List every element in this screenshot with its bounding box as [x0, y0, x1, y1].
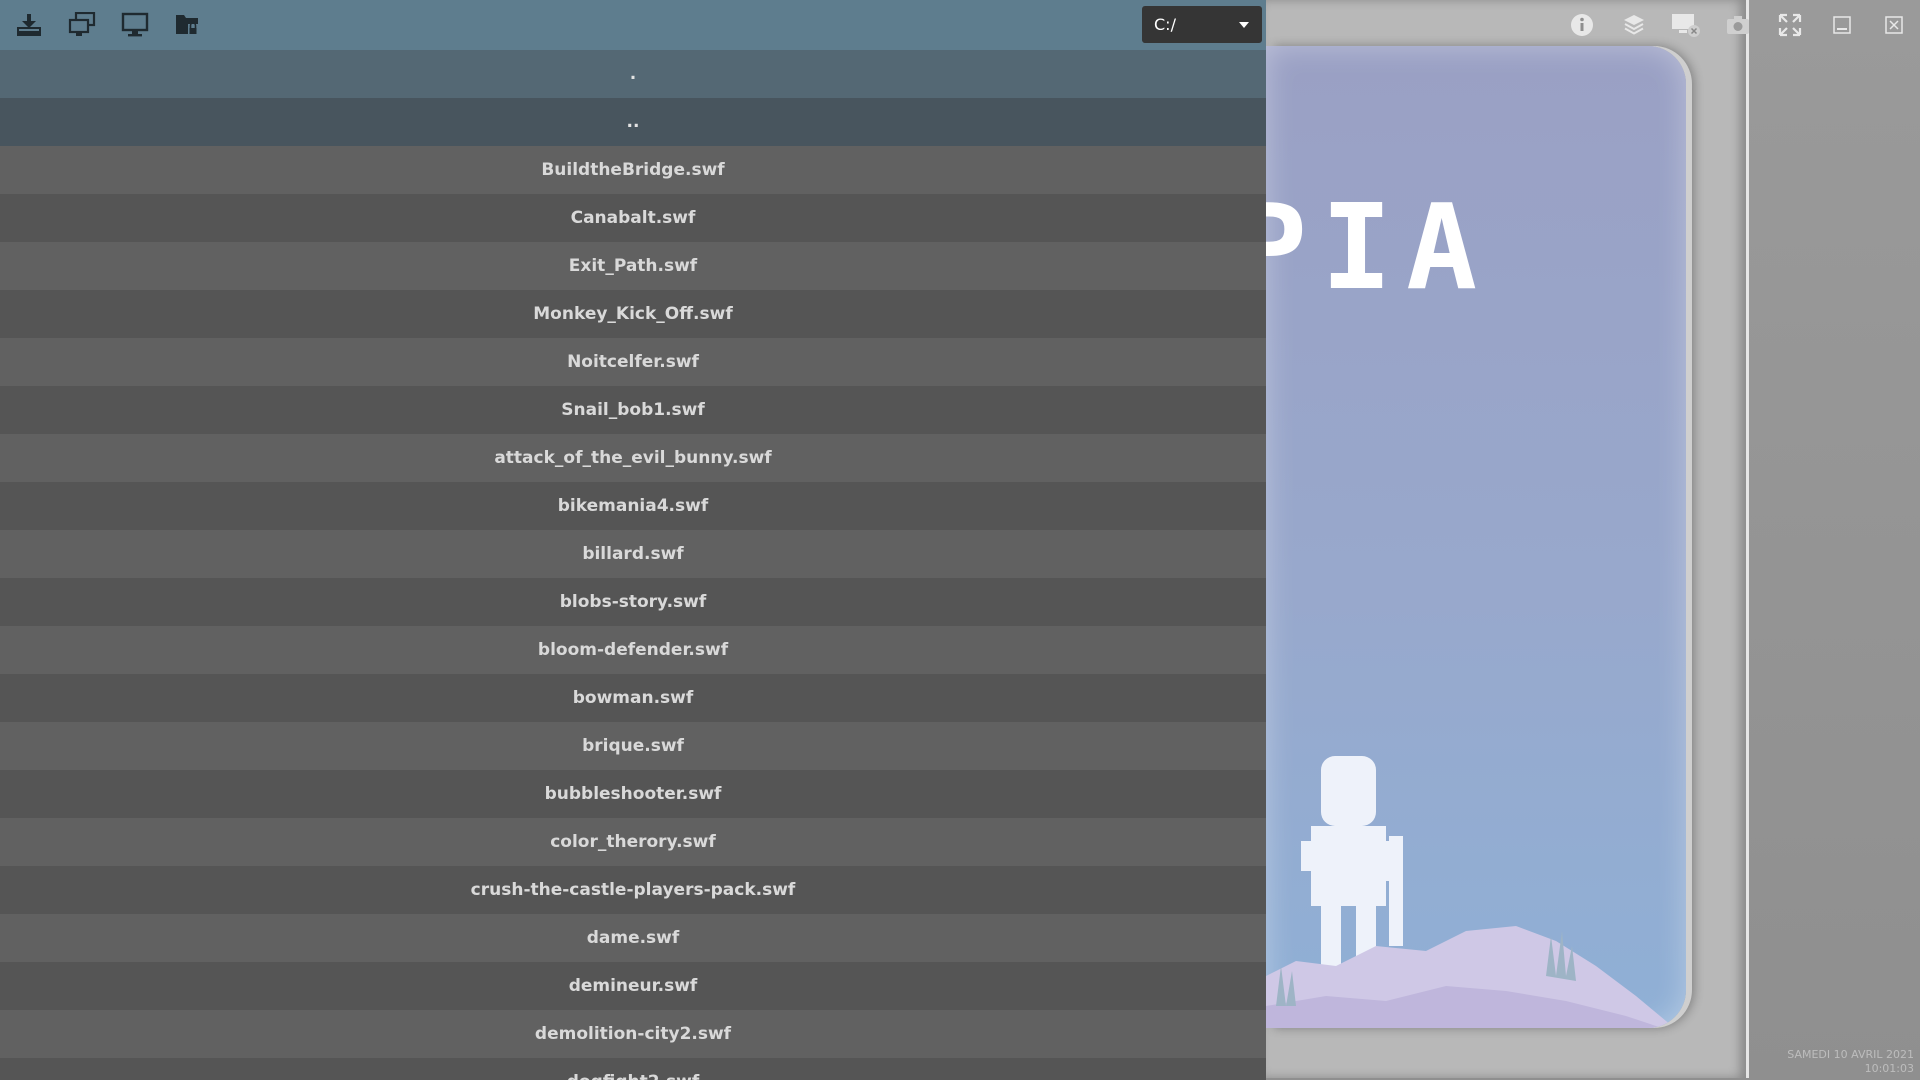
app-window: PIA SAMEDI 10 AVRIL 2021 10:01:03 C:/ . … [0, 0, 1920, 1080]
file-browser-toolbar: C:/ [0, 0, 1266, 50]
window-controls [1556, 8, 1920, 42]
file-entry[interactable]: BuildtheBridge.swf [0, 146, 1266, 194]
screen-off-icon[interactable] [1660, 8, 1712, 42]
monitor-icon[interactable] [118, 10, 152, 40]
file-entry[interactable]: color_therory.swf [0, 818, 1266, 866]
file-entry[interactable]: Monkey_Kick_Off.swf [0, 290, 1266, 338]
file-entry[interactable]: attack_of_the_evil_bunny.swf [0, 434, 1266, 482]
crt-frame: PIA [1266, 0, 1749, 1078]
file-entry[interactable]: dame.swf [0, 914, 1266, 962]
info-icon[interactable] [1556, 8, 1608, 42]
download-tray-icon[interactable] [12, 10, 46, 40]
file-entry[interactable]: Exit_Path.swf [0, 242, 1266, 290]
file-entry[interactable]: blobs-story.swf [0, 578, 1266, 626]
directory-entry[interactable]: .. [0, 98, 1266, 146]
chevron-down-icon [1239, 22, 1249, 28]
game-rocks [1266, 926, 1676, 1028]
clock-date: SAMEDI 10 AVRIL 2021 [1787, 1048, 1914, 1061]
close-icon[interactable] [1868, 8, 1920, 42]
file-entry[interactable]: demolition-city2.swf [0, 1010, 1266, 1058]
file-entry[interactable]: bowman.swf [0, 674, 1266, 722]
directory-entry[interactable]: . [0, 50, 1266, 98]
file-entry[interactable]: Snail_bob1.swf [0, 386, 1266, 434]
drive-select[interactable]: C:/ [1142, 6, 1262, 43]
file-entry[interactable]: brique.swf [0, 722, 1266, 770]
game-title-text: PIA [1266, 178, 1492, 316]
file-entry[interactable]: demineur.swf [0, 962, 1266, 1010]
layers-icon[interactable] [1608, 8, 1660, 42]
clock-time: 10:01:03 [1864, 1062, 1914, 1075]
emulator-stage: PIA SAMEDI 10 AVRIL 2021 10:01:03 [1266, 0, 1920, 1080]
file-entry[interactable]: Canabalt.swf [0, 194, 1266, 242]
game-screen[interactable]: PIA [1266, 46, 1686, 1028]
file-entry[interactable]: crush-the-castle-players-pack.swf [0, 866, 1266, 914]
file-entry[interactable]: Noitcelfer.swf [0, 338, 1266, 386]
fullscreen-icon[interactable] [1764, 8, 1816, 42]
clock: SAMEDI 10 AVRIL 2021 10:01:03 [1787, 1048, 1914, 1076]
file-entry[interactable]: dogfight2.swf [0, 1058, 1266, 1080]
camera-icon[interactable] [1712, 8, 1764, 42]
file-entry[interactable]: billard.swf [0, 530, 1266, 578]
network-monitors-icon[interactable] [65, 10, 99, 40]
file-entry[interactable]: bloom-defender.swf [0, 626, 1266, 674]
file-browser-panel: C:/ ... BuildtheBridge.swf Canabalt.swf Exi… [0, 0, 1266, 1080]
file-list: ... BuildtheBridge.swf Canabalt.swf Exit_Pa… [0, 50, 1266, 1080]
minimize-icon[interactable] [1816, 8, 1868, 42]
file-entry[interactable]: bubbleshooter.swf [0, 770, 1266, 818]
drive-select-value: C:/ [1154, 15, 1176, 34]
locked-files-icon[interactable] [171, 10, 205, 40]
file-entry[interactable]: bikemania4.swf [0, 482, 1266, 530]
